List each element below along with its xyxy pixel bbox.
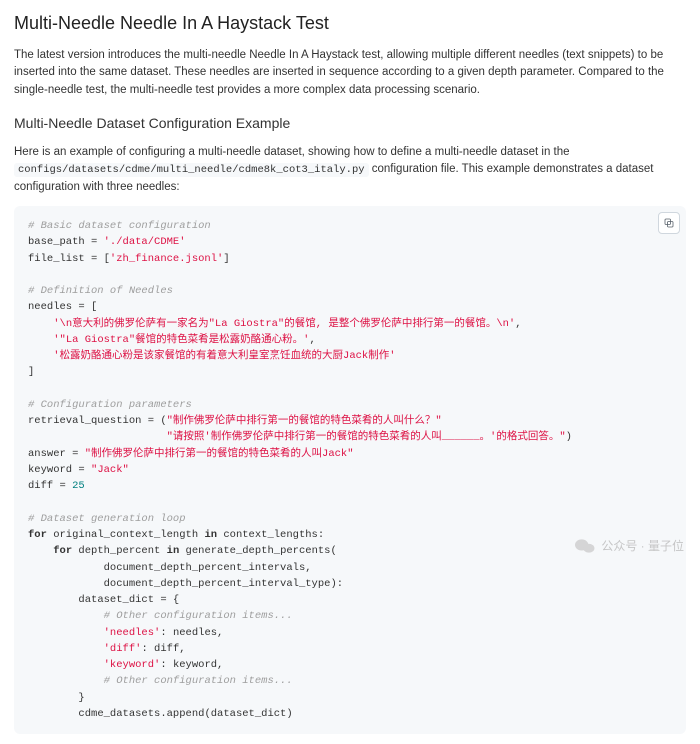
code-comment: # Dataset generation loop <box>28 513 186 525</box>
code-string: './data/CDME' <box>104 236 186 248</box>
code-text: answer = <box>28 448 85 460</box>
code-text: needles = [ <box>28 301 97 313</box>
code-text: cdme_datasets.append(dataset_dict) <box>78 708 292 720</box>
code-text: , <box>515 318 521 330</box>
section-heading: Multi-Needle Dataset Configuration Examp… <box>14 113 686 134</box>
code-text: ) <box>566 431 572 443</box>
code-text: : keyword, <box>160 659 223 671</box>
code-text: ] <box>28 366 34 378</box>
code-text: } <box>78 692 84 704</box>
code-string: 'needles' <box>104 627 161 639</box>
code-string: "请按照'制作佛罗伦萨中排行第一的餐馆的特色菜肴的人叫______。'的格式回答… <box>167 431 566 443</box>
example-intro-pre: Here is an example of configuring a mult… <box>14 146 570 158</box>
code-comment: # Basic dataset configuration <box>28 220 211 232</box>
code-text: document_depth_percent_intervals, <box>104 562 312 574</box>
code-comment: # Other configuration items... <box>104 610 293 622</box>
code-number: 25 <box>72 480 85 492</box>
page-title: Multi-Needle Needle In A Haystack Test <box>14 10 686 37</box>
example-intro: Here is an example of configuring a mult… <box>14 144 686 196</box>
code-text: file_list = [ <box>28 253 110 265</box>
code-string: 'diff' <box>104 643 142 655</box>
code-string: "Jack" <box>91 464 129 476</box>
code-string: '"La Giostra"餐馆的特色菜肴是松露奶酪通心粉。' <box>53 334 309 346</box>
intro-paragraph: The latest version introduces the multi-… <box>14 47 686 99</box>
code-string: '\n意大利的佛罗伦萨有一家名为"La Giostra"的餐馆, 是整个佛罗伦萨… <box>53 318 515 330</box>
code-text: , <box>309 334 315 346</box>
code-keyword: for <box>53 545 72 557</box>
code-string: "制作佛罗伦萨中排行第一的餐馆的特色菜肴的人叫Jack" <box>85 448 354 460</box>
code-text: context_lengths: <box>217 529 324 541</box>
code-text: original_context_length <box>47 529 205 541</box>
code-string: 'zh_finance.jsonl' <box>110 253 223 265</box>
code-text: generate_depth_percents( <box>179 545 337 557</box>
code-text: retrieval_question = ( <box>28 415 167 427</box>
code-text: : diff, <box>141 643 185 655</box>
code-string: "制作佛罗伦萨中排行第一的餐馆的特色菜肴的人叫什么？" <box>167 415 442 427</box>
copy-button[interactable] <box>658 212 680 234</box>
code-text: ] <box>223 253 229 265</box>
code-text: diff = <box>28 480 72 492</box>
code-keyword: in <box>167 545 180 557</box>
code-string: 'keyword' <box>104 659 161 671</box>
code-comment: # Configuration parameters <box>28 399 192 411</box>
code-text: keyword = <box>28 464 91 476</box>
code-text: document_depth_percent_interval_type): <box>104 578 343 590</box>
code-text: base_path = <box>28 236 104 248</box>
code-text: : needles, <box>160 627 223 639</box>
code-comment: # Other configuration items... <box>104 675 293 687</box>
code-keyword: in <box>204 529 217 541</box>
code-string: '松露奶酪通心粉是该家餐馆的有着意大利皇室烹饪血统的大厨Jack制作' <box>53 350 395 362</box>
code-text: dataset_dict = { <box>78 594 179 606</box>
code-comment: # Definition of Needles <box>28 285 173 297</box>
copy-icon <box>663 217 675 229</box>
code-keyword: for <box>28 529 47 541</box>
config-path-inline-code: configs/datasets/cdme/multi_needle/cdme8… <box>14 163 369 177</box>
code-text: depth_percent <box>72 545 167 557</box>
code-block: # Basic dataset configuration base_path … <box>14 206 686 734</box>
